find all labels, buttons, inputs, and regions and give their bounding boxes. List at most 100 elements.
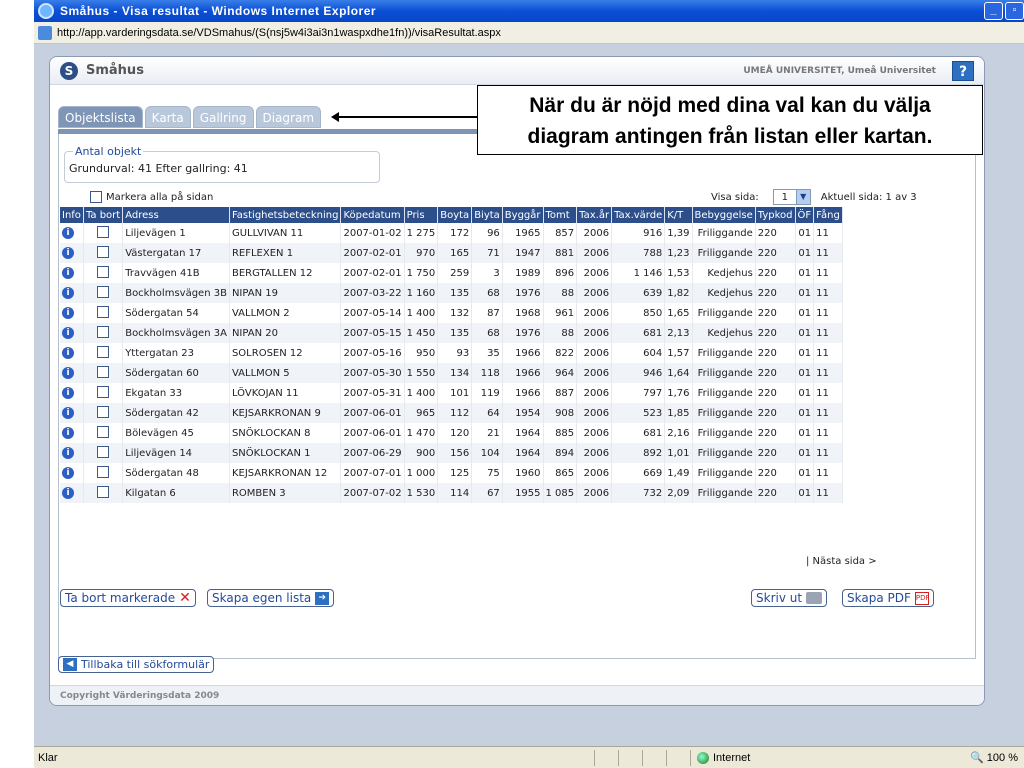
table-cell: Friliggande (692, 343, 756, 363)
remove-checkbox[interactable] (97, 365, 110, 378)
back-to-search-label: Tillbaka till sökformulär (81, 658, 210, 671)
table-cell: 2,09 (664, 483, 693, 503)
column-header[interactable]: K/T (664, 207, 693, 223)
table-cell: 220 (755, 283, 796, 303)
remove-checkbox[interactable] (97, 245, 110, 258)
column-header[interactable]: Tomt (543, 207, 578, 223)
table-cell: KEJSARKRONAN 12 (229, 463, 342, 483)
tab-gallring[interactable]: Gallring (192, 106, 254, 128)
security-zone[interactable]: Internet (690, 749, 840, 766)
column-header[interactable]: Bebyggelse (692, 207, 756, 223)
info-icon[interactable]: i (62, 407, 74, 419)
info-icon[interactable]: i (62, 347, 74, 359)
table-cell: 2006 (576, 363, 613, 383)
table-cell: Friliggande (692, 443, 756, 463)
info-cell: i (60, 443, 84, 463)
window-title: Småhus - Visa resultat - Windows Interne… (60, 4, 377, 18)
remove-checkbox[interactable] (97, 325, 110, 338)
column-header[interactable]: Fastighetsbeteckning (229, 207, 342, 223)
next-page-link[interactable]: | Nästa sida > (806, 556, 877, 567)
info-icon[interactable]: i (62, 227, 74, 239)
tab-karta[interactable]: Karta (144, 106, 191, 128)
maximize-button[interactable]: ▫ (1005, 2, 1024, 20)
table-cell: 2006 (576, 383, 613, 403)
university-label: UMEÅ UNIVERSITET, Umeå Universitet (743, 65, 936, 76)
remove-checkbox[interactable] (97, 345, 110, 358)
info-icon[interactable]: i (62, 367, 74, 379)
table-cell: 797 (611, 383, 666, 403)
remove-checkbox[interactable] (97, 465, 110, 478)
zoom-control[interactable]: 🔍 100 % (970, 751, 1024, 765)
column-header[interactable]: Info (60, 207, 84, 223)
info-icon[interactable]: i (62, 247, 74, 259)
column-header[interactable]: Typkod (755, 207, 796, 223)
remove-marked-button[interactable]: Ta bort markerade ✕ (60, 589, 196, 607)
remove-checkbox[interactable] (97, 445, 110, 458)
table-cell: 259 (437, 263, 473, 283)
info-icon[interactable]: i (62, 447, 74, 459)
column-header[interactable]: Biyta (471, 207, 503, 223)
help-button[interactable]: ? (952, 60, 974, 81)
create-pdf-button[interactable]: Skapa PDF PDF (842, 589, 934, 607)
column-header[interactable]: Fång (813, 207, 843, 223)
table-cell: 11 (813, 303, 843, 323)
table-cell: 1989 (502, 263, 544, 283)
back-to-search-button[interactable]: ◀ Tillbaka till sökformulär (58, 656, 215, 673)
address-bar[interactable]: http://app.varderingsdata.se/VDSmahus/(S… (34, 22, 1024, 44)
remove-checkbox[interactable] (97, 265, 110, 278)
create-own-list-button[interactable]: Skapa egen lista ➔ (207, 589, 335, 607)
delete-x-icon: ✕ (179, 590, 191, 606)
table-cell: 1,64 (664, 363, 693, 383)
info-icon[interactable]: i (62, 487, 74, 499)
table-cell: Kilgatan 6 (122, 483, 230, 503)
remove-checkbox[interactable] (97, 425, 110, 438)
page-select[interactable]: 1 ▼ (772, 189, 811, 205)
remove-checkbox[interactable] (97, 225, 110, 238)
info-icon[interactable]: i (62, 287, 74, 299)
remove-checkbox[interactable] (97, 405, 110, 418)
window-controls: _ ▫ (984, 2, 1024, 20)
table-row: i Kilgatan 6 ROMBEN 3 2007-07-02 1 530 114 67 1… (60, 483, 843, 503)
info-icon[interactable]: i (62, 307, 74, 319)
column-header[interactable]: Ta bort (83, 207, 124, 223)
chevron-down-icon[interactable]: ▼ (795, 190, 810, 204)
info-icon[interactable]: i (62, 327, 74, 339)
info-icon[interactable]: i (62, 387, 74, 399)
tab-objektslista[interactable]: Objektslista (58, 106, 143, 128)
table-cell: 11 (813, 323, 843, 343)
minimize-button[interactable]: _ (984, 2, 1003, 20)
column-header[interactable]: ÖF (795, 207, 815, 223)
address-url[interactable]: http://app.varderingsdata.se/VDSmahus/(S… (57, 27, 501, 39)
print-button[interactable]: Skriv ut (751, 589, 828, 607)
table-cell: 2006 (576, 323, 613, 343)
info-icon[interactable]: i (62, 427, 74, 439)
column-header[interactable]: Adress (122, 207, 230, 223)
window-titlebar: Småhus - Visa resultat - Windows Interne… (34, 0, 1024, 22)
table-cell: 93 (437, 343, 473, 363)
remove-checkbox[interactable] (97, 385, 110, 398)
mark-all-checkbox[interactable] (90, 191, 102, 203)
table-cell: 220 (755, 483, 796, 503)
table-cell: 01 (795, 423, 815, 443)
column-header[interactable]: Tax.år (576, 207, 613, 223)
column-header[interactable]: Boyta (437, 207, 473, 223)
column-header[interactable]: Pris (404, 207, 439, 223)
table-cell: Bockholmsvägen 3B (122, 283, 230, 303)
table-cell: 1 275 (404, 223, 439, 243)
mark-all[interactable]: Markera alla på sidan (90, 191, 213, 203)
table-row: i Bölevägen 45 SNÖKLOCKAN 8 2007-06-01 1 470… (60, 423, 843, 443)
remove-checkbox[interactable] (97, 305, 110, 318)
tab-diagram[interactable]: Diagram (255, 106, 322, 128)
table-row: i Södergatan 48 KEJSARKRONAN 12 2007-07-01 1… (60, 463, 843, 483)
column-header[interactable]: Byggår (502, 207, 544, 223)
remove-checkbox[interactable] (97, 485, 110, 498)
table-cell: 220 (755, 223, 796, 243)
remove-checkbox[interactable] (97, 285, 110, 298)
column-header[interactable]: Köpedatum (340, 207, 405, 223)
info-icon[interactable]: i (62, 267, 74, 279)
table-cell: 850 (611, 303, 666, 323)
info-icon[interactable]: i (62, 467, 74, 479)
column-header[interactable]: Tax.värde (611, 207, 666, 223)
table-cell: 2007-06-29 (340, 443, 405, 463)
create-own-list-label: Skapa egen lista (212, 591, 312, 605)
